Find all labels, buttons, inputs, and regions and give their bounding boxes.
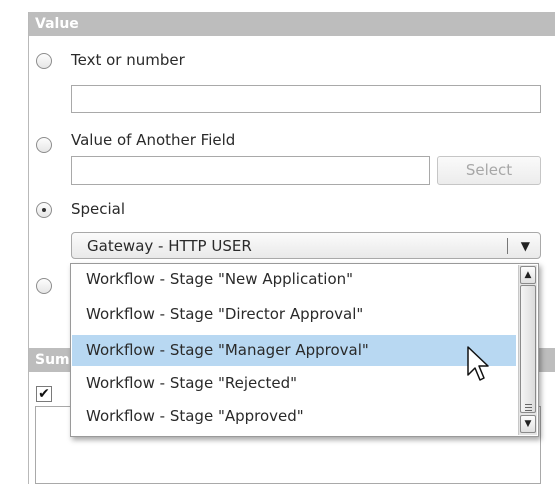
another-field-label: Value of Another Field xyxy=(71,131,236,149)
another-field-input[interactable] xyxy=(71,156,430,185)
thumb-grip xyxy=(525,404,532,405)
scroll-up-icon[interactable]: ▲ xyxy=(520,266,536,284)
scroll-down-icon[interactable]: ▼ xyxy=(520,415,536,433)
chevron-down-icon[interactable]: ▼ xyxy=(521,234,530,258)
special-label: Special xyxy=(71,200,126,218)
summary-checkbox[interactable]: ✔ xyxy=(36,386,52,402)
thumb-grip xyxy=(525,407,532,408)
dropdown-scrollbar[interactable]: ▲ ▼ xyxy=(518,265,537,435)
text-or-number-label: Text or number xyxy=(71,51,185,69)
scroll-thumb[interactable] xyxy=(520,285,536,413)
select-field-button[interactable]: Select xyxy=(437,156,541,185)
dropdown-option[interactable]: Workflow - Stage "New Application" xyxy=(72,265,516,294)
mouse-pointer-icon xyxy=(467,346,489,381)
special-value-combobox[interactable]: Gateway - HTTP USER ▼ xyxy=(71,232,541,259)
text-or-number-radio[interactable] xyxy=(36,53,52,69)
combo-separator xyxy=(507,238,508,254)
dropdown-option[interactable]: Workflow - Stage "Director Approval" xyxy=(72,300,516,329)
special-combo-value: Gateway - HTTP USER xyxy=(87,237,252,255)
thumb-grip xyxy=(525,410,532,411)
fourth-option-radio[interactable] xyxy=(36,278,52,294)
text-or-number-input[interactable] xyxy=(71,85,541,113)
another-field-radio[interactable] xyxy=(36,137,52,153)
dropdown-option[interactable]: Workflow - Stage "Approved" xyxy=(72,402,516,431)
special-radio[interactable] xyxy=(36,202,52,218)
value-section-header: Value xyxy=(29,12,555,36)
radio-selected-dot xyxy=(42,208,46,212)
dropdown-option[interactable]: Workflow - Stage "Rejected" xyxy=(72,369,516,398)
dropdown-option-selected[interactable]: Workflow - Stage "Manager Approval" xyxy=(72,335,516,366)
